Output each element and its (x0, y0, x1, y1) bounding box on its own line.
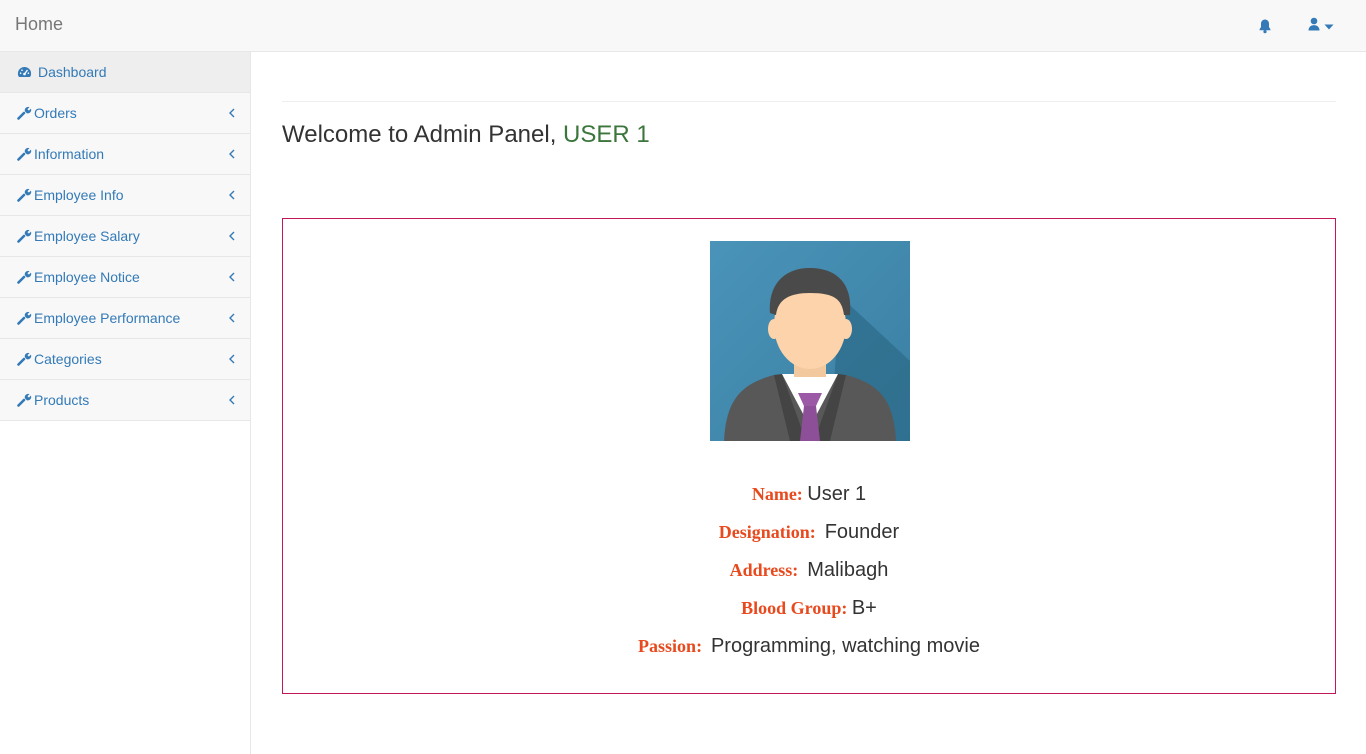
sidebar-item-information[interactable]: Information (0, 134, 250, 175)
wrench-icon (17, 393, 33, 407)
chevron-left-icon (228, 229, 236, 241)
wrench-icon (17, 147, 33, 161)
wrench-icon (17, 270, 33, 284)
passion-value: Programming, watching movie (710, 635, 980, 657)
avatar (710, 241, 910, 441)
sidebar-item-products[interactable]: Products (0, 380, 250, 421)
sidebar-item-employee-info[interactable]: Employee Info (0, 175, 250, 216)
blood-group-label: Blood Group: (741, 598, 848, 618)
blood-group-value: B+ (851, 597, 877, 619)
brand-home-link[interactable]: Home (15, 14, 63, 35)
caret-down-icon (1324, 17, 1334, 35)
bell-icon[interactable] (1257, 18, 1273, 34)
sidebar-item-label: Dashboard (38, 64, 107, 80)
wrench-icon (17, 352, 33, 366)
sidebar-item-employee-salary[interactable]: Employee Salary (0, 216, 250, 257)
chevron-left-icon (228, 188, 236, 200)
sidebar-item-label: Employee Performance (34, 310, 181, 326)
wrench-icon (17, 229, 33, 243)
sidebar-item-label: Employee Notice (34, 269, 140, 285)
chevron-left-icon (228, 147, 236, 159)
dashboard-icon (17, 65, 33, 79)
sidebar-item-categories[interactable]: Categories (0, 339, 250, 380)
name-value: User 1 (807, 483, 867, 505)
chevron-left-icon (228, 311, 236, 323)
sidebar-item-dashboard[interactable]: Dashboard (0, 52, 250, 93)
user-menu-toggle[interactable] (1308, 17, 1338, 36)
chevron-left-icon (228, 270, 236, 282)
user-icon (1308, 17, 1320, 36)
sidebar-item-label: Employee Salary (34, 228, 140, 244)
address-label: Address: (729, 560, 799, 580)
top-navbar: Home (0, 0, 1366, 52)
sidebar-item-label: Orders (34, 105, 77, 121)
profile-designation-row: Designation: Founder (283, 521, 1335, 544)
name-label: Name: (751, 484, 803, 504)
address-value: Malibagh (807, 559, 889, 581)
profile-blood-group-row: Blood Group: B+ (283, 597, 1335, 620)
sidebar-item-label: Products (34, 392, 90, 408)
chevron-left-icon (228, 393, 236, 405)
profile-card: Name: User 1 Designation: Founder Addres… (282, 218, 1336, 694)
sidebar-item-orders[interactable]: Orders (0, 93, 250, 134)
passion-label: Passion: (638, 636, 703, 656)
sidebar-item-label: Information (34, 146, 105, 162)
chevron-left-icon (228, 352, 236, 364)
welcome-text: Welcome to Admin Panel, (282, 121, 564, 148)
wrench-icon (17, 188, 33, 202)
sidebar-item-label: Employee Info (34, 187, 124, 203)
sidebar-item-label: Categories (34, 351, 102, 367)
chevron-left-icon (228, 106, 236, 118)
profile-address-row: Address: Malibagh (283, 559, 1335, 582)
header-divider (282, 101, 1336, 102)
profile-passion-row: Passion: Programming, watching movie (283, 635, 1335, 658)
wrench-icon (17, 106, 33, 120)
sidebar: Dashboard Orders Information Employee In… (0, 52, 251, 754)
designation-label: Designation: (718, 522, 816, 542)
sidebar-item-employee-performance[interactable]: Employee Performance (0, 298, 250, 339)
welcome-username: USER 1 (563, 121, 650, 148)
sidebar-item-employee-notice[interactable]: Employee Notice (0, 257, 250, 298)
profile-name-row: Name: User 1 (283, 483, 1335, 506)
page-title: Welcome to Admin Panel, USER 1 (282, 121, 650, 149)
designation-value: Founder (824, 521, 900, 543)
wrench-icon (17, 311, 33, 325)
